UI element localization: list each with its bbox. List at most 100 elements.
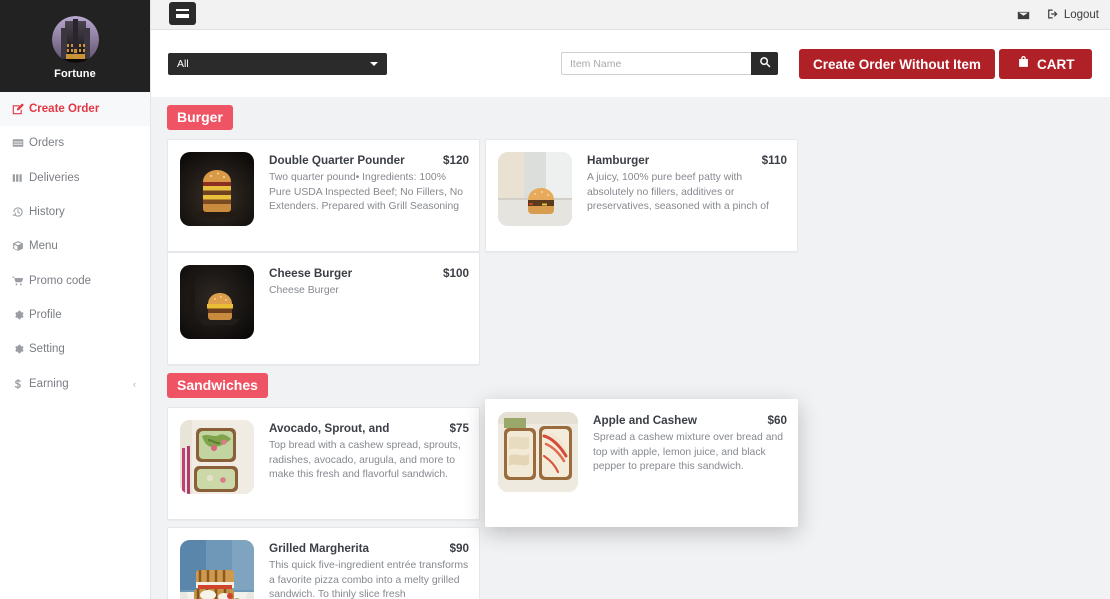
product-title: Cheese Burger [269, 267, 353, 280]
product-price: $90 [449, 542, 469, 555]
product-title-row: Avocado, Sprout, and $75 [269, 422, 469, 435]
sidebar-item-history[interactable]: History [0, 195, 150, 229]
sidebar-item-create-order[interactable]: Create Order [0, 92, 150, 127]
product-title: Hamburger [587, 154, 650, 167]
topbar: Logout [151, 0, 1110, 30]
create-order-without-item-button[interactable]: Create Order Without Item [799, 49, 995, 79]
sidebar-item-label: Promo code [29, 274, 92, 287]
sidebar-item-label: Menu [29, 240, 58, 253]
category-select[interactable]: All [168, 53, 387, 75]
product-price: $120 [442, 154, 469, 167]
search-icon [759, 56, 771, 71]
category-section-burger: Burger Double Quarter Pounder $120 Two q… [151, 97, 1110, 365]
gear-icon [12, 309, 29, 321]
product-info: Apple and Cashew $60 Spread a cashew mix… [578, 412, 787, 475]
product-price: $75 [449, 422, 469, 435]
gear-icon [12, 343, 29, 355]
product-grid: Avocado, Sprout, and $75 Top bread with … [151, 399, 1110, 599]
product-title: Avocado, Sprout, and [269, 422, 390, 435]
product-info: Hamburger $110 A juicy, 100% pure beef p… [572, 152, 787, 215]
sidebar-item-label: Orders [29, 137, 65, 150]
product-title-row: Grilled Margherita $90 [269, 542, 469, 555]
product-title: Double Quarter Pounder [269, 154, 405, 167]
cart-label: CART [1037, 56, 1075, 72]
category-select-value: All [177, 58, 189, 70]
product-card[interactable]: Grilled Margherita $90 This quick five-i… [167, 527, 480, 599]
product-price: $60 [767, 414, 787, 427]
sidebar-item-label: Create Order [29, 103, 100, 116]
cube-box-icon [12, 240, 29, 252]
sidebar-item-label: History [29, 206, 65, 219]
product-price: $110 [761, 154, 787, 167]
category-badge: Burger [167, 105, 233, 130]
search-input[interactable] [561, 52, 751, 75]
sidebar-item-menu[interactable]: Menu [0, 229, 150, 263]
product-title: Apple and Cashew [593, 414, 697, 427]
dollar-sign-icon [12, 378, 29, 390]
cart-button[interactable]: CART [999, 49, 1092, 79]
category-badge: Sandwiches [167, 373, 268, 398]
product-description: Top bread with a cashew spread, sprouts,… [269, 440, 461, 481]
sidebar-item-promo-code[interactable]: Promo code [0, 263, 150, 297]
apple-cashew-sandwich-photo [498, 412, 578, 492]
product-card[interactable]: Avocado, Sprout, and $75 Top bread with … [167, 407, 480, 520]
product-card[interactable]: Apple and Cashew $60 Spread a cashew mix… [485, 399, 798, 527]
sidebar-item-earning[interactable]: Earning ‹ [0, 366, 150, 400]
history-clock-icon [12, 206, 29, 218]
shopping-cart-icon [12, 275, 29, 287]
sidebar-item-label: Setting [29, 343, 65, 356]
product-card[interactable]: Cheese Burger $100 Cheese Burger [167, 252, 480, 365]
sign-out-icon [1047, 8, 1059, 23]
product-title-row: Apple and Cashew $60 [593, 414, 787, 427]
filter-bar: All Create Order Without Item CART [151, 30, 1110, 97]
product-description: A juicy, 100% pure beef patty with absol… [587, 172, 769, 213]
sidebar-item-profile[interactable]: Profile [0, 298, 150, 332]
product-title-row: Double Quarter Pounder $120 [269, 154, 469, 167]
product-price: $100 [442, 267, 469, 280]
product-info: Cheese Burger $100 Cheese Burger [254, 265, 469, 299]
sidebar-nav: Create Order Orders Deliveries History M… [0, 92, 150, 401]
chevron-left-icon: ‹ [133, 378, 136, 389]
product-info: Double Quarter Pounder $120 Two quarter … [254, 152, 469, 215]
logout-button[interactable]: Logout [1047, 8, 1099, 23]
sidebar-item-label: Earning [29, 377, 69, 390]
product-info: Grilled Margherita $90 This quick five-i… [254, 540, 469, 599]
double-quarter-pounder-photo [180, 152, 254, 226]
product-description: Spread a cashew mixture over bread and t… [593, 432, 784, 473]
product-title-row: Cheese Burger $100 [269, 267, 469, 280]
window-list-icon [12, 137, 29, 149]
product-card[interactable]: Double Quarter Pounder $120 Two quarter … [167, 139, 480, 252]
envelope-icon[interactable] [1017, 9, 1030, 22]
sidebar-item-setting[interactable]: Setting [0, 332, 150, 366]
columns-icon [12, 172, 29, 184]
cheese-burger-photo [180, 265, 254, 339]
brand-name: Fortune [54, 68, 96, 80]
search-group [561, 52, 778, 75]
hamburger-icon[interactable] [169, 2, 196, 25]
sidebar-item-label: Deliveries [29, 171, 80, 184]
sidebar-item-orders[interactable]: Orders [0, 126, 150, 160]
grilled-margherita-photo [180, 540, 254, 599]
product-title: Grilled Margherita [269, 542, 370, 555]
product-info: Avocado, Sprout, and $75 Top bread with … [254, 420, 469, 483]
sidebar: Fortune Create Order Orders Deliveries H… [0, 0, 151, 599]
topbar-actions: Logout [1017, 0, 1099, 30]
shopping-bag-icon [1016, 55, 1031, 73]
hamburger-photo [498, 152, 572, 226]
sidebar-brand: Fortune [0, 0, 150, 92]
product-description: Cheese Burger [269, 285, 339, 296]
product-grid: Double Quarter Pounder $120 Two quarter … [151, 139, 1110, 365]
product-card[interactable]: Hamburger $110 A juicy, 100% pure beef p… [485, 139, 798, 252]
chevron-down-icon [370, 62, 378, 66]
edit-square-icon [12, 103, 29, 115]
search-button[interactable] [751, 52, 778, 75]
sidebar-item-deliveries[interactable]: Deliveries [0, 161, 150, 195]
hotel-building-logo-icon [51, 16, 99, 63]
sidebar-item-label: Profile [29, 308, 62, 321]
menu-content: Burger Double Quarter Pounder $120 Two q… [151, 97, 1110, 599]
product-description: Two quarter pound• Ingredients: 100% Pur… [269, 172, 464, 213]
product-title-row: Hamburger $110 [587, 154, 787, 167]
avocado-sprout-sandwich-photo [180, 420, 254, 494]
category-section-sandwiches: Sandwiches Avocado, Sprout, and $75 Top … [151, 365, 1110, 599]
product-description: This quick five-ingredient entrée transf… [269, 560, 469, 599]
